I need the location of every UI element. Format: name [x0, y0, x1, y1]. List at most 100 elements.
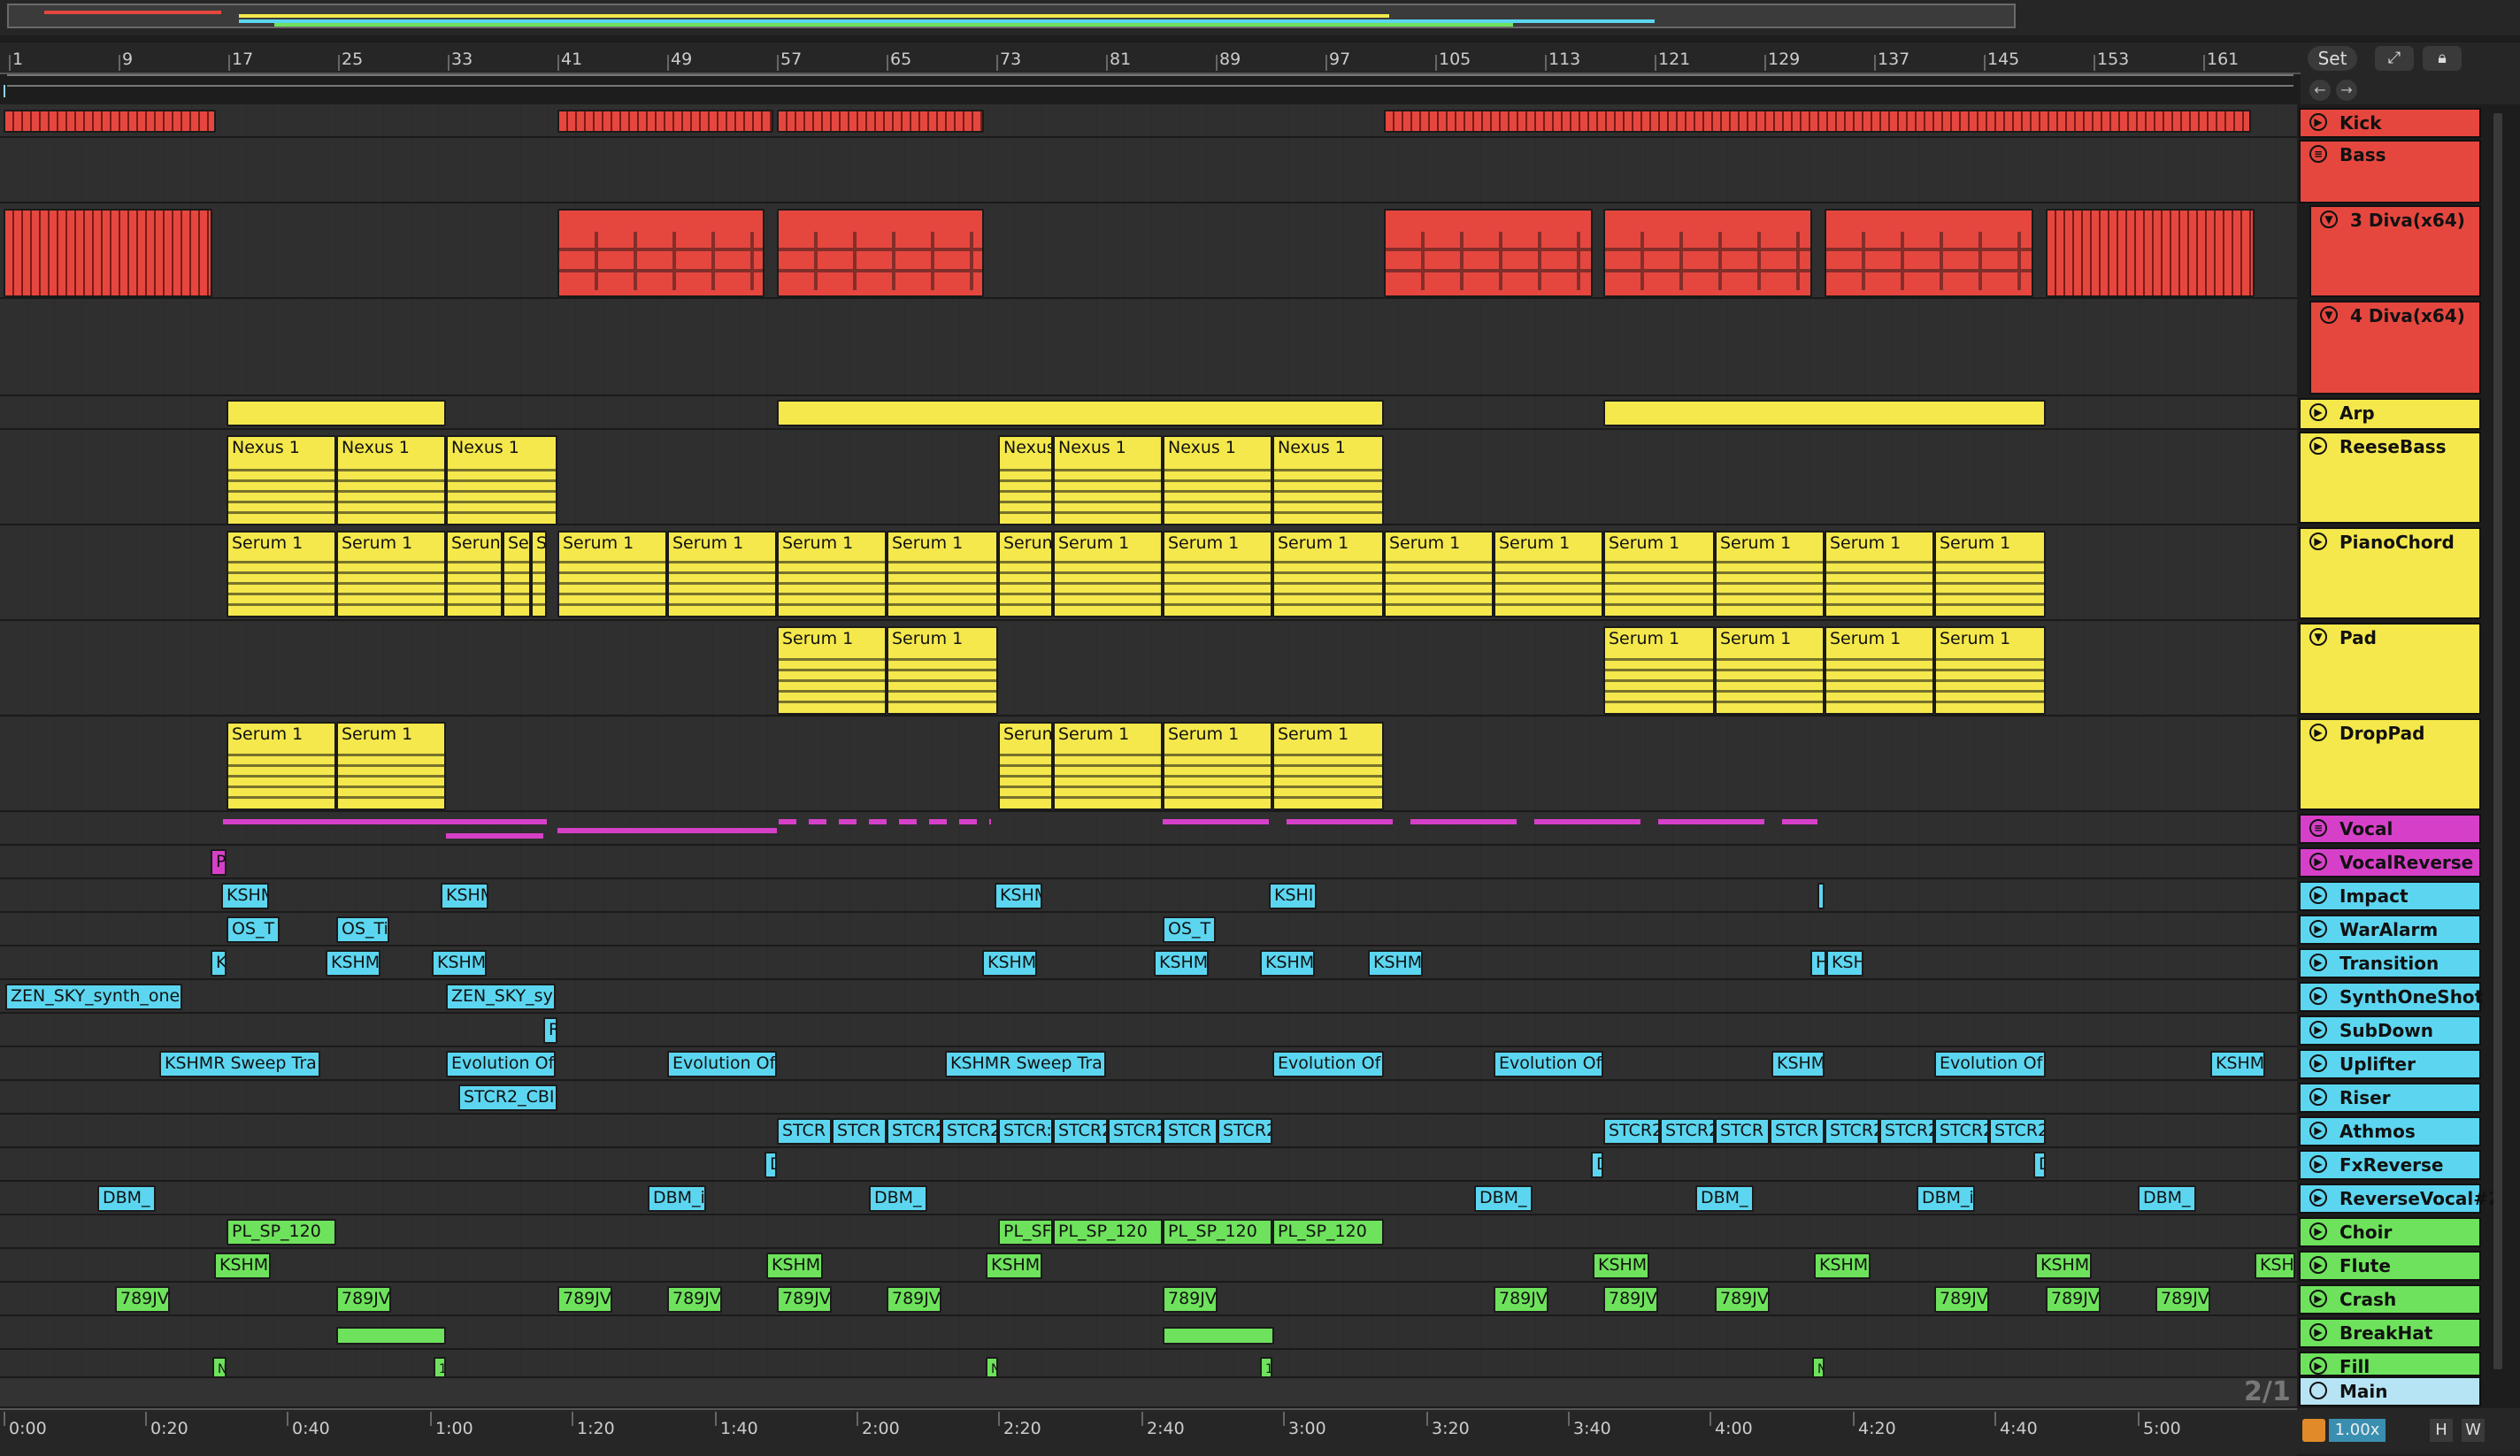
track-header-diva-3[interactable]: ▼ 3 Diva(x64)	[2309, 205, 2481, 297]
track-lane-athmos[interactable]: STCR STCR STCR2 STCR2 STCR: STCR2 STCR2 …	[0, 1115, 2297, 1148]
track-header-reesebass[interactable]: ▶ ReeseBass	[2299, 432, 2481, 524]
clip[interactable]: STCR2	[1108, 1118, 1163, 1145]
clip[interactable]: N	[212, 1357, 227, 1378]
clip[interactable]: PL_SP_120	[1053, 1219, 1163, 1245]
track-header-transition[interactable]: ▶ Transition	[2299, 948, 2481, 978]
track-header-breakhat[interactable]: ▶ BreakHat	[2299, 1318, 2481, 1348]
play-icon[interactable]: ▶	[2309, 113, 2327, 131]
clip[interactable]: KSHM	[995, 883, 1042, 909]
fold-icon[interactable]: ▼	[2320, 211, 2338, 228]
play-icon[interactable]: ▶	[2309, 1054, 2327, 1072]
clip[interactable]: KSHMR Sweep Tra	[945, 1051, 1106, 1077]
clip[interactable]: Serum 1	[1715, 626, 1825, 715]
clip[interactable]	[2046, 209, 2255, 297]
track-lane-synthoneshot[interactable]: ZEN_SKY_synth_one ZEN_SKY_sy	[0, 980, 2297, 1014]
clip[interactable]: 789JV	[1494, 1286, 1548, 1313]
play-icon[interactable]: ▶	[2309, 1021, 2327, 1038]
clip[interactable]: Serum 1	[336, 531, 446, 617]
clip[interactable]: KSHM	[214, 1253, 271, 1279]
clip[interactable]: Serum 1	[1163, 531, 1272, 617]
clip[interactable]: Nexus 1	[227, 435, 336, 525]
clip[interactable]: KSH	[1826, 950, 1863, 977]
track-header-flute[interactable]: ▶ Flute	[2299, 1251, 2481, 1281]
track-lane-breakhat[interactable]	[0, 1316, 2297, 1350]
play-icon[interactable]: ▶	[2309, 1357, 2327, 1375]
track-lane-vocal[interactable]	[0, 812, 2297, 846]
clip[interactable]: KSHMR Sweep Tra	[159, 1051, 320, 1077]
clip[interactable]: 789JV	[1163, 1286, 1218, 1313]
clip[interactable]: Serum 1	[227, 531, 336, 617]
play-icon[interactable]: ▶	[2309, 1088, 2327, 1106]
clip[interactable]: DBM_i	[1917, 1185, 1975, 1212]
clip[interactable]: D	[764, 1152, 777, 1178]
clip[interactable]	[557, 110, 773, 133]
track-lane-arp[interactable]	[0, 396, 2297, 430]
play-icon[interactable]	[2309, 1382, 2327, 1399]
clip[interactable]: S	[531, 531, 547, 617]
clip[interactable]	[1603, 209, 1812, 297]
clip[interactable]: 789JV	[2155, 1286, 2210, 1313]
track-lane-reversevocal2[interactable]: DBM_ DBM_i DBM_ DBM_ DBM_ DBM_i DBM_	[0, 1182, 2297, 1215]
clip[interactable]: KSHM	[441, 883, 488, 909]
clip[interactable]: Nexus	[998, 435, 1053, 525]
clip[interactable]: Serum 1	[1494, 531, 1603, 617]
clip[interactable]: DBM_	[2138, 1185, 2196, 1212]
clip[interactable]	[1384, 209, 1593, 297]
track-lane-fxreverse[interactable]: D D D	[0, 1148, 2297, 1182]
group-icon[interactable]: ≡	[2309, 145, 2327, 163]
play-icon[interactable]: ▶	[2309, 954, 2327, 971]
play-icon[interactable]: ▶	[2309, 987, 2327, 1005]
play-icon[interactable]: ▶	[2309, 1222, 2327, 1240]
clip[interactable]: KSHM	[1260, 950, 1315, 977]
clip[interactable]: Serum 1	[1053, 531, 1163, 617]
clip[interactable]	[4, 209, 212, 297]
play-icon[interactable]: ▶	[2309, 1122, 2327, 1139]
clip[interactable]: D	[2033, 1152, 2046, 1178]
track-header-crash[interactable]: ▶ Crash	[2299, 1284, 2481, 1314]
clip[interactable]: Evolution Of	[1934, 1051, 2046, 1077]
track-header-riser[interactable]: ▶ Riser	[2299, 1083, 2481, 1113]
clip[interactable]: STCR2	[1660, 1118, 1715, 1145]
play-icon[interactable]: ▶	[2309, 403, 2327, 421]
track-header-diva-4[interactable]: ▼ 4 Diva(x64)	[2309, 301, 2481, 395]
clip[interactable]: Serum 1	[777, 531, 887, 617]
clip[interactable]: KSHM	[326, 950, 380, 977]
arrow-left-icon[interactable]: ←	[2309, 80, 2331, 101]
clip[interactable]: STCR2	[1218, 1118, 1272, 1145]
clip[interactable]: STCR	[1715, 1118, 1770, 1145]
clip[interactable]: 789JV	[1715, 1286, 1770, 1313]
clip[interactable]: Serum 1	[227, 722, 336, 810]
clip[interactable]: STCR2	[941, 1118, 998, 1145]
play-icon[interactable]: ▶	[2309, 1155, 2327, 1173]
clip[interactable]: Nexus 1	[446, 435, 557, 525]
clip[interactable]: KSHM	[986, 1253, 1042, 1279]
clip[interactable]: Evolution Of	[667, 1051, 777, 1077]
clip[interactable]: STCR2	[1825, 1118, 1879, 1145]
track-lane-diva-4[interactable]	[0, 299, 2297, 396]
clip[interactable]: N	[1812, 1357, 1825, 1378]
clip[interactable]: Se	[503, 531, 531, 617]
clip[interactable]: Serum 1	[1934, 531, 2046, 617]
track-header-kick[interactable]: ▶ Kick	[2299, 108, 2481, 138]
arrangement-view[interactable]: Nexus 1 Nexus 1 Nexus 1 Nexus Nexus 1 Ne…	[0, 104, 2297, 1378]
track-header-uplifter[interactable]: ▶ Uplifter	[2299, 1049, 2481, 1079]
track-lane-main[interactable]	[0, 1378, 2297, 1406]
clip[interactable]: Serum 1	[1163, 722, 1272, 810]
track-header-fxreverse[interactable]: ▶ FxReverse	[2299, 1150, 2481, 1180]
play-icon[interactable]: ▶	[2309, 1323, 2327, 1341]
clip[interactable]: H	[1810, 950, 1826, 977]
clip[interactable]: PL_SP_120	[227, 1219, 336, 1245]
track-lane-bass[interactable]	[0, 138, 2297, 203]
clip[interactable]: Serum 1	[1825, 626, 1934, 715]
clip[interactable]	[336, 1327, 446, 1345]
clip[interactable]: Serum 1	[1384, 531, 1494, 617]
track-lane-droppad[interactable]: Serum 1 Serum 1 Serun Serum 1 Serum 1 Se…	[0, 717, 2297, 812]
clip[interactable]: KSHM	[2210, 1051, 2265, 1077]
clip[interactable]: 789JV	[667, 1286, 722, 1313]
clip[interactable]: 1	[434, 1357, 446, 1378]
clip[interactable]	[779, 819, 991, 824]
set-button[interactable]: Set	[2308, 46, 2357, 71]
clip[interactable]: KSHM	[1368, 950, 1423, 977]
play-icon[interactable]: ▶	[2309, 724, 2327, 741]
clip[interactable]: 789JV	[115, 1286, 170, 1313]
